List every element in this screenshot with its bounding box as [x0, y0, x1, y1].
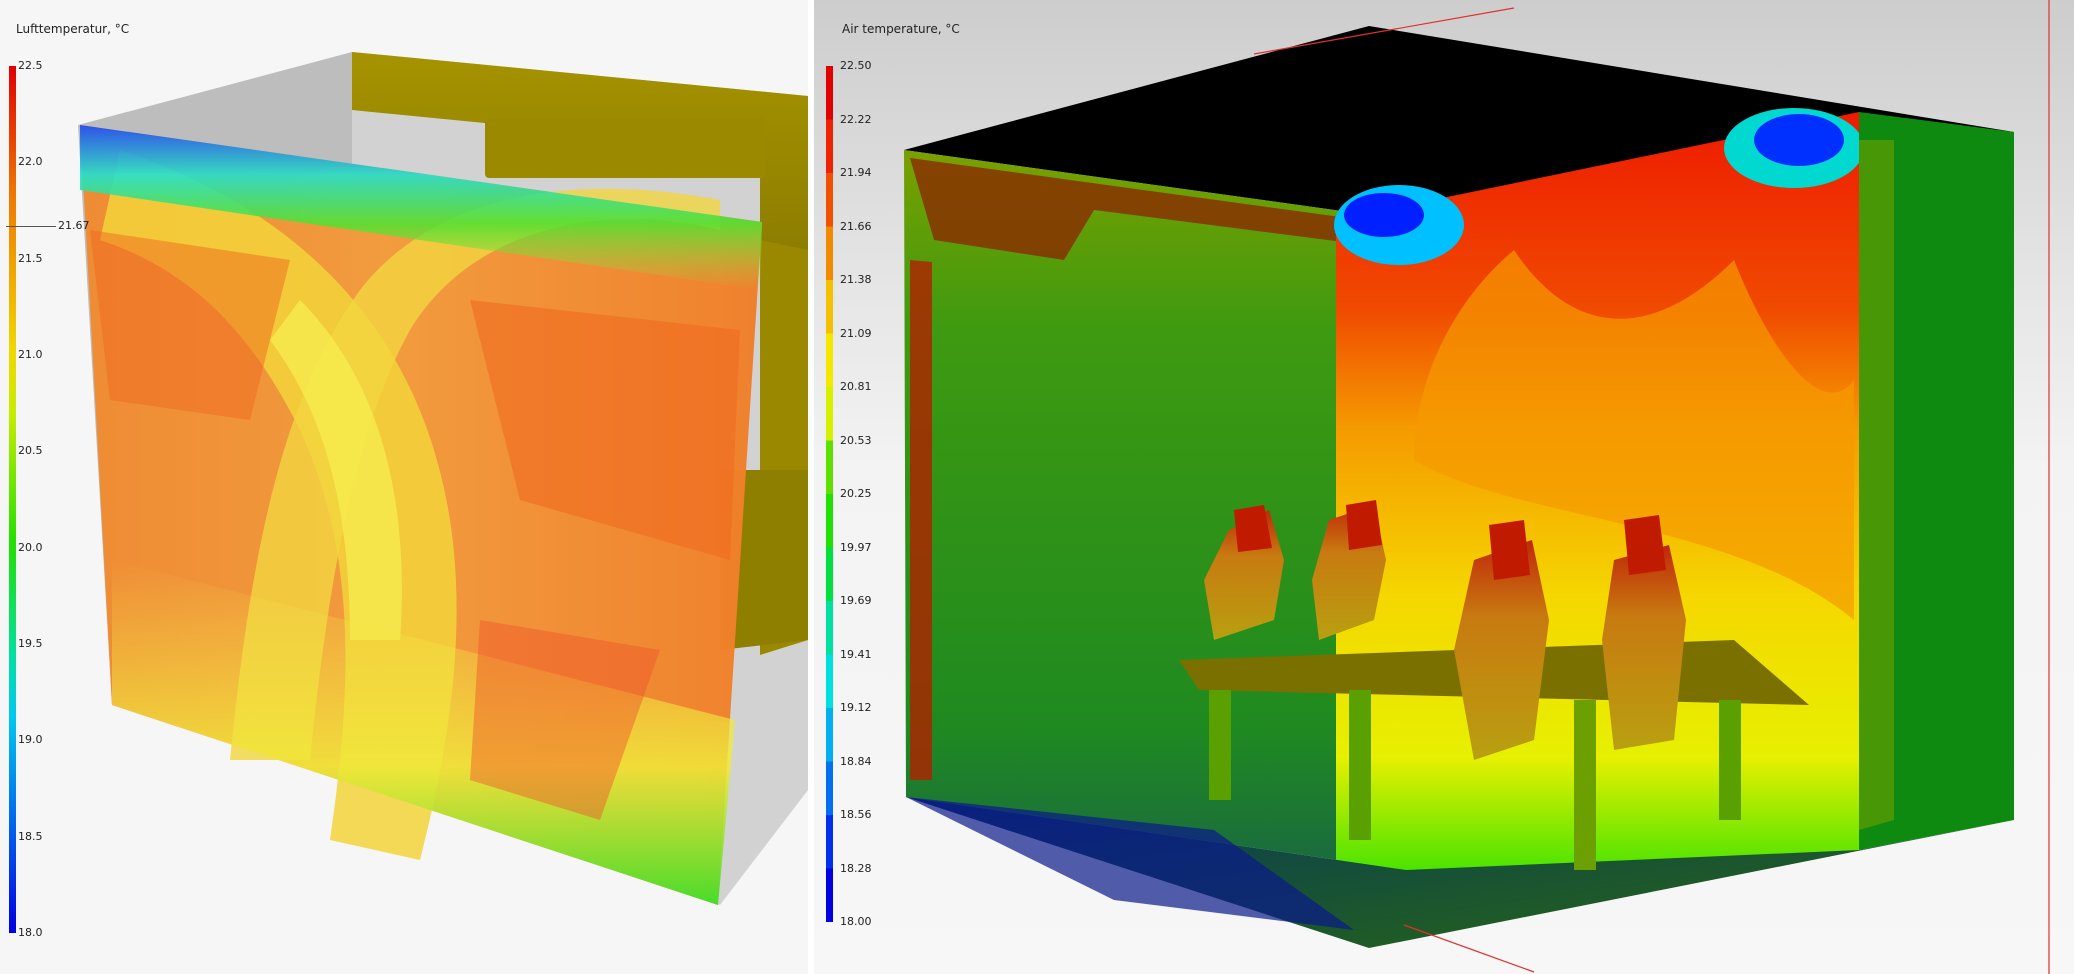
table-leg-3 — [1574, 700, 1596, 870]
table-leg-4 — [1719, 700, 1741, 820]
colorbar-tick-label: 20.53 — [840, 433, 872, 447]
colorbar-tick-label: 19.0 — [18, 733, 43, 747]
colorbar-tick-label: 21.38 — [840, 273, 872, 286]
colorbar-tick-label: 22.5 — [18, 59, 43, 72]
colorbar-tick-label: 21.66 — [840, 219, 872, 233]
colorbar-tick-label: 22.22 — [840, 112, 872, 126]
left-colorbar-marker-line — [6, 226, 56, 227]
colorbar-tick-label: 18.5 — [18, 829, 43, 843]
colorbar-tick-label: 20.5 — [18, 444, 43, 458]
colorbar-tick-label: 19.41 — [840, 647, 872, 661]
colorbar-tick-label: 21.94 — [840, 166, 872, 179]
left-wall — [904, 150, 1406, 870]
right-viewport[interactable]: Air temperature, °C 22.50 22.22 21.94 21.66… — [814, 0, 2074, 974]
colorbar-tick-label: 21.0 — [18, 348, 43, 361]
colorbar-tick-label: 20.0 — [18, 540, 43, 554]
colorbar-tick-label: 18.84 — [840, 754, 872, 768]
colorbar-tick-label: 18.28 — [840, 861, 872, 875]
left-scene — [78, 52, 808, 905]
left-viewport[interactable]: Lufttemperatur, °C 21.67 22.5 22.0 21.5 21.… — [0, 0, 808, 974]
duct-box — [485, 118, 765, 178]
guide-line-bottom — [1403, 924, 1535, 973]
colorbar-tick-label: 18.0 — [18, 926, 43, 939]
table-leg-1 — [1209, 690, 1231, 800]
inlet-cold-right-core — [1754, 114, 1844, 166]
colorbar-tick-label: 18.56 — [840, 808, 872, 821]
colorbar-tick-label: 18.00 — [840, 915, 872, 928]
right-title: Air temperature, °C — [842, 22, 960, 36]
screenshot-stage: Lufttemperatur, °C 21.67 22.5 22.0 21.5 21.… — [0, 0, 2074, 974]
left-wall-hot-edge — [910, 260, 932, 780]
colorbar-tick-label: 20.25 — [840, 487, 872, 500]
inlet-cold-left-core — [1344, 193, 1424, 237]
right-wall-light — [1859, 140, 1894, 830]
colorbar-tick-label: 22.0 — [18, 155, 43, 169]
colorbar-tick-label: 20.81 — [840, 380, 872, 393]
left-colorbar — [9, 66, 16, 933]
left-colorbar-marker-label: 21.67 — [58, 219, 90, 232]
colorbar-tick-label: 21.5 — [18, 251, 43, 265]
right-colorbar — [826, 66, 833, 922]
colorbar-tick-label: 21.09 — [840, 326, 872, 340]
table-leg-2 — [1349, 690, 1371, 840]
colorbar-tick-label: 22.50 — [840, 59, 872, 72]
colorbar-tick-label: 19.97 — [840, 540, 872, 554]
right-scene — [904, 0, 2050, 974]
colorbar-tick-label: 19.69 — [840, 594, 872, 607]
colorbar-tick-label: 19.5 — [18, 637, 43, 650]
left-title: Lufttemperatur, °C — [16, 22, 130, 36]
colorbar-tick-label: 19.12 — [840, 701, 872, 714]
